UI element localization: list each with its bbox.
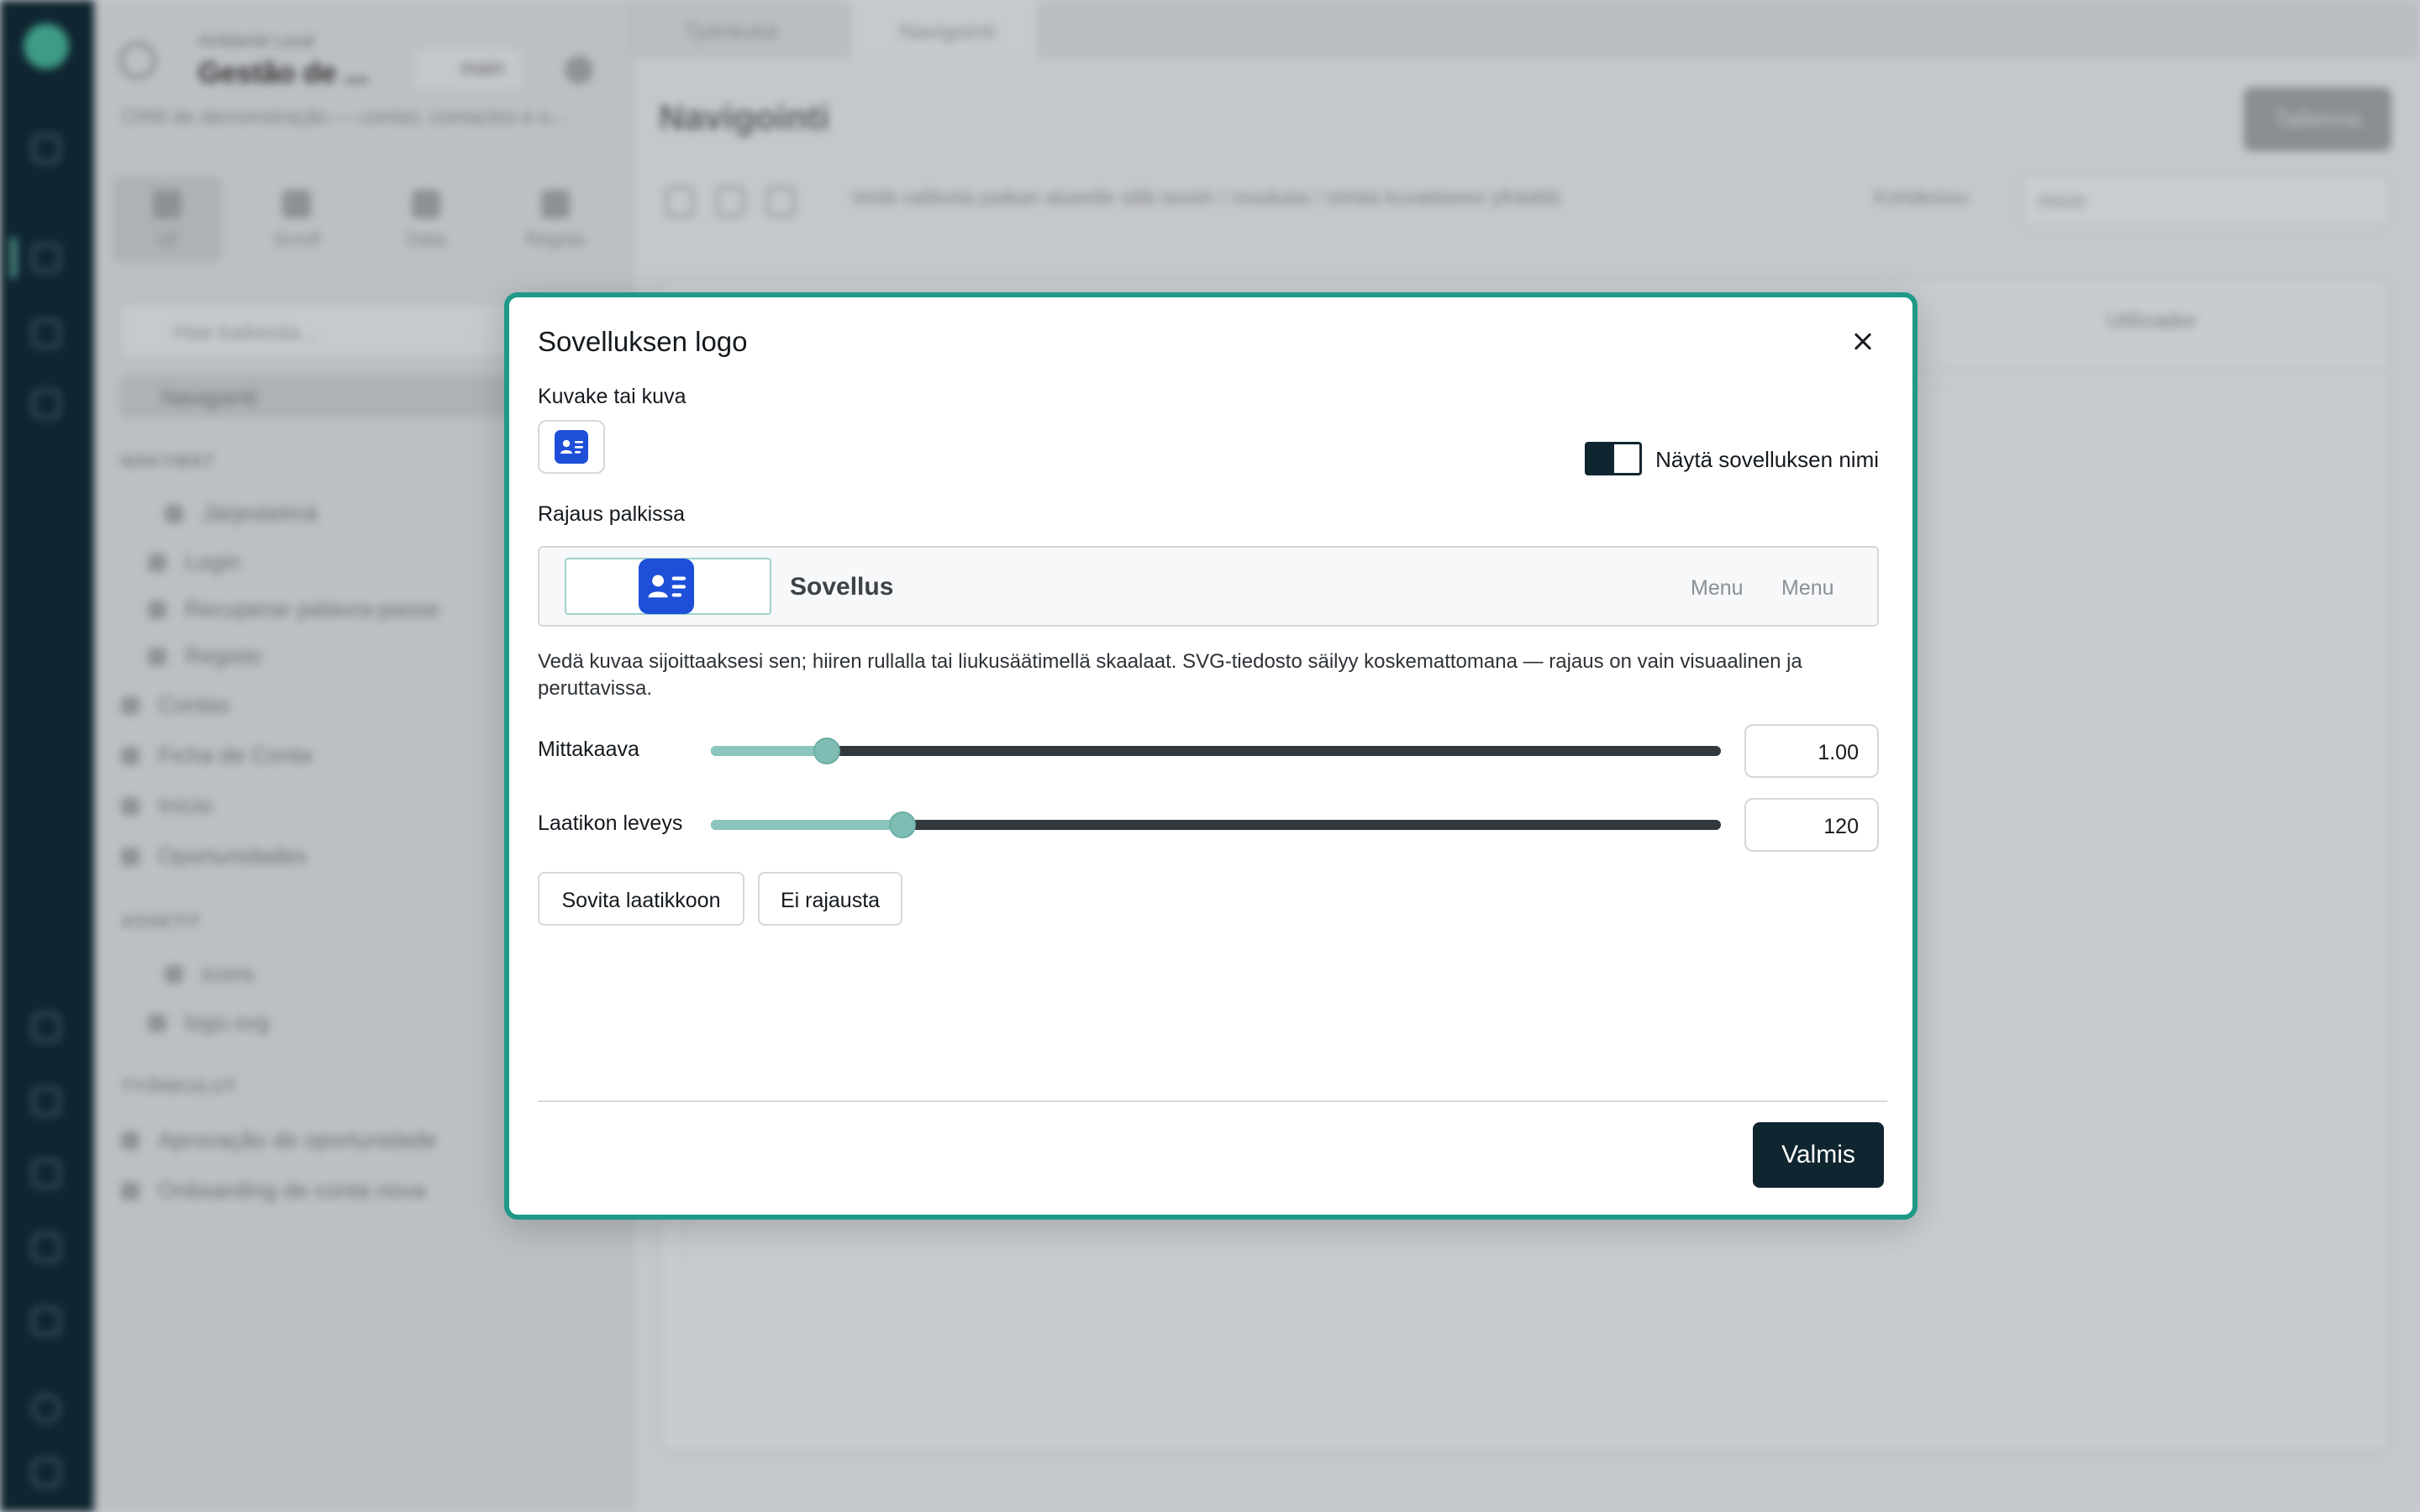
app-logo-icon [24,24,69,69]
toggle-fill [1587,444,1614,473]
rocket-icon [32,1013,60,1042]
editor-tabs: Työnkulut Navigointi [632,0,2420,59]
show-name-toggle[interactable] [1585,442,1642,475]
scale-input[interactable]: 1.00 [1744,724,1879,778]
preview-menu-item: Menu [1781,576,1834,600]
contact-card-icon [555,430,588,464]
workspace-title: Gestão de ... [198,57,369,89]
branch-selector[interactable]: main [413,49,523,89]
scale-row: Mittakaava 1.00 [538,724,1879,778]
crop-label: Rajaus palkissa [538,502,686,526]
rail-active-indicator [10,237,17,279]
page-title: Navigointi [659,97,830,137]
tree-item[interactable]: Ficha de Conta [121,743,312,769]
show-name-toggle-row: Näytä sovelluksen nimi [1543,442,1879,475]
tree-item[interactable]: Recuperar palavra-passe [148,596,439,622]
no-crop-button[interactable]: Ei rajausta [758,872,902,926]
user-chip[interactable]: Utilizador [2106,307,2196,333]
workspace-icon [119,42,156,79]
bar-preview: Sovellus Menu Menu [538,546,1879,627]
tree-item[interactable]: Oportunidades [121,843,307,869]
people-icon [32,1087,60,1116]
editor-toolbar: Vedä valikoita paikan alueelle sillä tav… [659,173,2390,230]
box-width-input[interactable]: 120 [1744,798,1879,852]
tab-scroll[interactable]: Scroll [242,176,351,262]
tree-item[interactable]: Registo [148,643,262,669]
tab-ui[interactable]: UI [113,176,222,262]
close-icon[interactable] [1845,324,1881,360]
footer-divider [538,1100,1887,1102]
workspace-description: CRM de demonstração — contas, contactos … [121,106,567,129]
scale-label: Mittakaava [538,738,639,761]
tree-item[interactable]: Contas [121,692,230,718]
section-assets: ASSETIT [121,912,202,932]
rocket-icon [32,319,60,348]
tree-item[interactable]: Início [121,793,213,819]
contact-card-icon[interactable] [639,558,694,615]
tree-item[interactable]: Onboarding de conta nova [121,1178,425,1204]
tree-item[interactable]: logo.svg [148,1010,270,1036]
editor-tab[interactable]: Työnkulut [637,0,847,59]
icon-label: Kuvake tai kuva [538,385,687,408]
logo-dialog: Sovelluksen logo Kuvake tai kuva Näytä s… [504,292,1918,1220]
app-rail [0,0,94,1512]
icon-picker-button[interactable] [538,420,605,474]
key-icon [32,1159,60,1188]
tree-item[interactable]: Aprovação de oportunidade [121,1127,437,1153]
help-text: Vedä kuvaa sijoittaaksesi sen; hiiren ru… [538,650,1802,700]
save-button[interactable]: Tallenna [2244,87,2391,151]
users-icon [32,244,60,272]
workspace-subtitle: Ambiente Local [198,32,314,50]
show-name-label: Näytä sovelluksen nimi [1655,447,1879,472]
box-width-slider-fill [711,820,903,830]
box-width-label: Laatikon leveys [538,811,683,835]
target-select[interactable]: Inicio [2020,173,2390,228]
avatar-icon [32,1394,60,1423]
toolbar-hint: Vedä valikoita paikan alueelle sillä tav… [850,186,1560,209]
scale-slider[interactable] [711,738,1721,764]
tree-item[interactable]: Järjestelmä [165,501,318,527]
tree-item[interactable]: icons [165,961,255,987]
tab-data[interactable]: Data [371,176,481,262]
box-icon [32,1307,60,1336]
box-width-slider[interactable] [711,811,1721,838]
box-width-row: Laatikon leveys 120 [538,798,1879,852]
scale-slider-thumb[interactable] [813,738,841,764]
editor-tab-active[interactable]: Navigointi [852,0,1037,59]
section-pages: NÄKYMÄT [121,452,215,471]
tab-rules[interactable]: Regras [501,176,610,262]
done-button[interactable]: Valmis [1753,1122,1884,1188]
help-icon [32,1233,60,1262]
fit-to-box-button[interactable]: Sovita laatikkoon [538,872,744,926]
box-width-slider-thumb[interactable] [889,811,917,838]
section-workflows: TYÖNKULUT [121,1077,238,1096]
crop-box[interactable] [565,558,771,615]
desktop-icon[interactable] [666,186,694,217]
scale-slider-fill [711,746,828,756]
tree-item[interactable]: Login [148,549,240,575]
gear-icon[interactable] [565,55,593,84]
mobile-icon[interactable] [766,186,795,217]
dialog-title: Sovelluksen logo [538,326,748,357]
logout-icon [32,1458,60,1487]
grid-icon [32,134,60,163]
target-label: Kohdesivu [1874,186,1969,209]
preview-menu-item: Menu [1691,576,1744,600]
preview-app-name: Sovellus [790,573,894,601]
more-icon [32,390,60,418]
tablet-icon[interactable] [716,186,744,217]
